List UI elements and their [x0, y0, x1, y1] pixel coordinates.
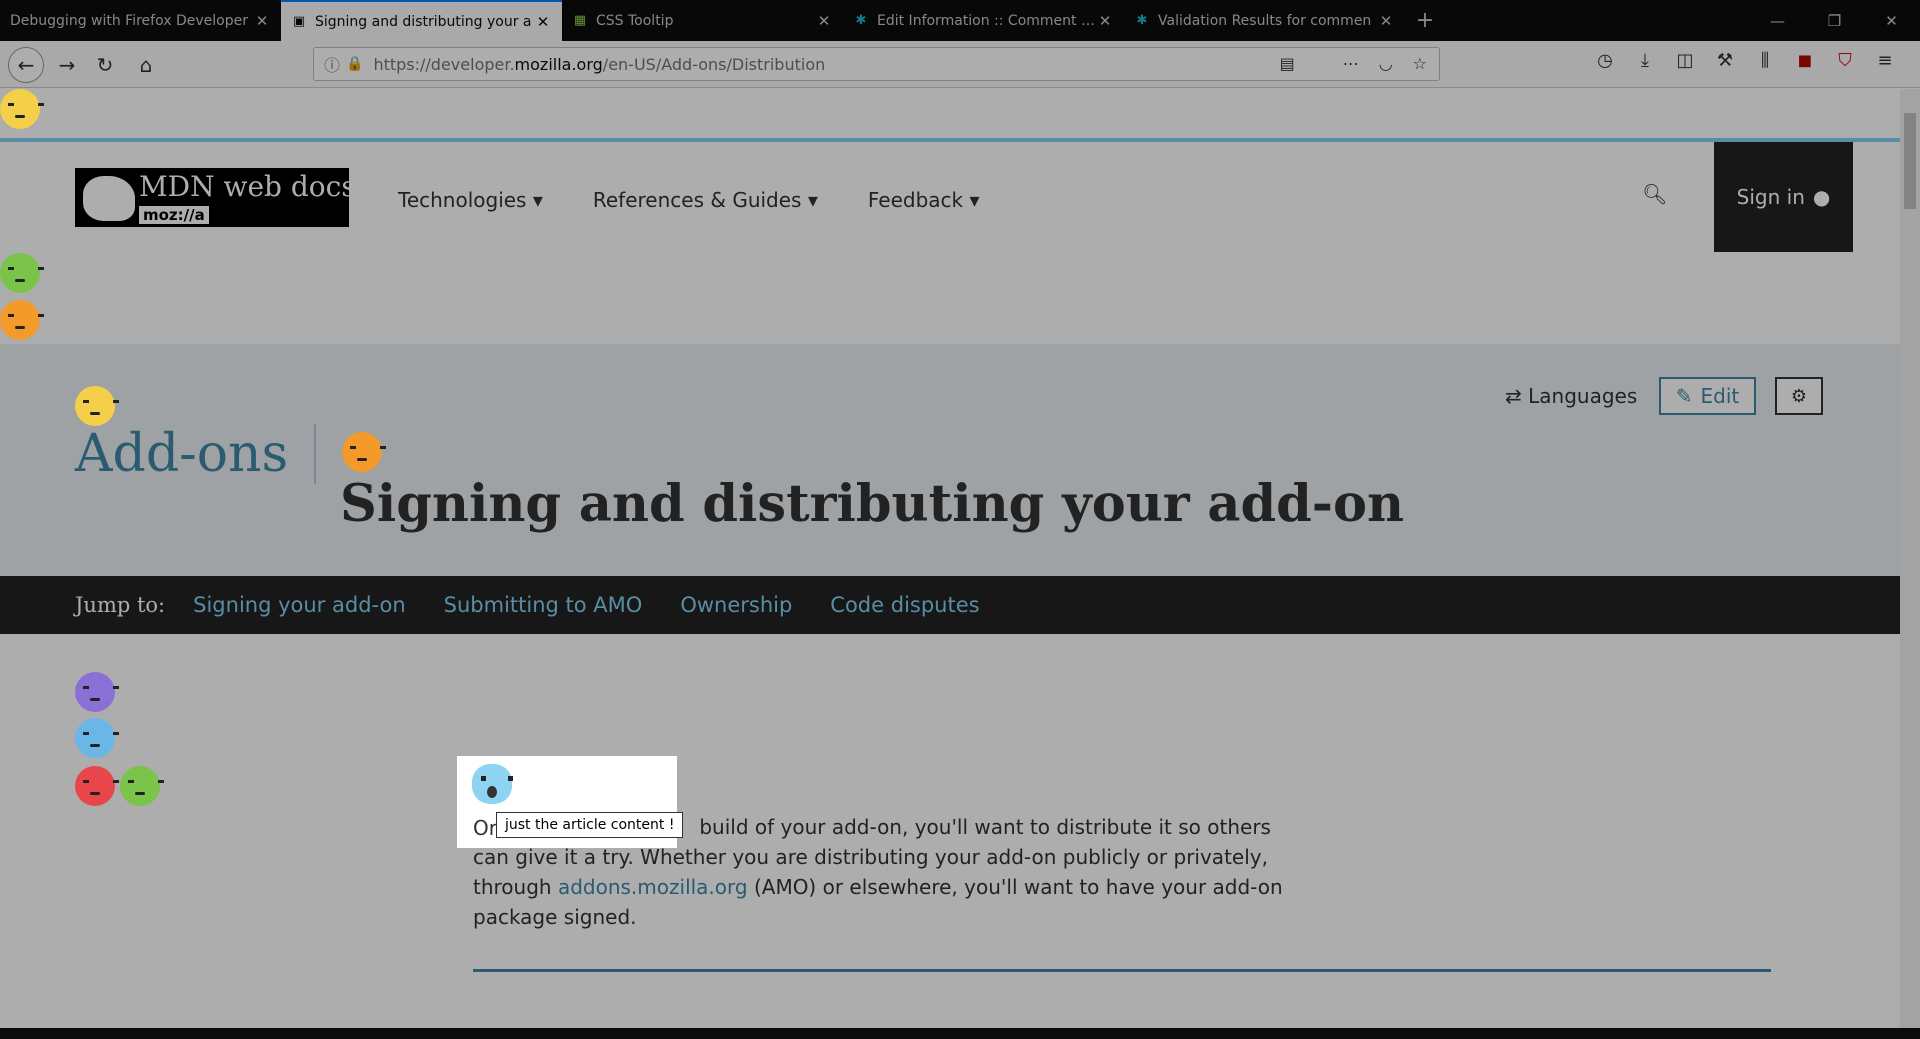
orange-face-icon[interactable] — [342, 432, 386, 472]
spotlight-text: Or — [473, 816, 497, 840]
purple-face-icon[interactable] — [75, 672, 119, 712]
red-face-icon[interactable] — [75, 766, 119, 806]
yellow-face-icon[interactable] — [0, 89, 44, 129]
green-face-icon[interactable] — [0, 253, 44, 293]
tour-overlay — [0, 0, 1920, 1039]
yellow-face-icon[interactable] — [75, 386, 119, 426]
tour-tooltip: just the article content ! — [496, 812, 684, 838]
surprised-cat-icon[interactable] — [472, 764, 513, 804]
green-face-icon[interactable] — [120, 766, 164, 806]
blue-face-icon[interactable] — [75, 718, 119, 758]
orange-face-icon[interactable] — [0, 300, 44, 340]
